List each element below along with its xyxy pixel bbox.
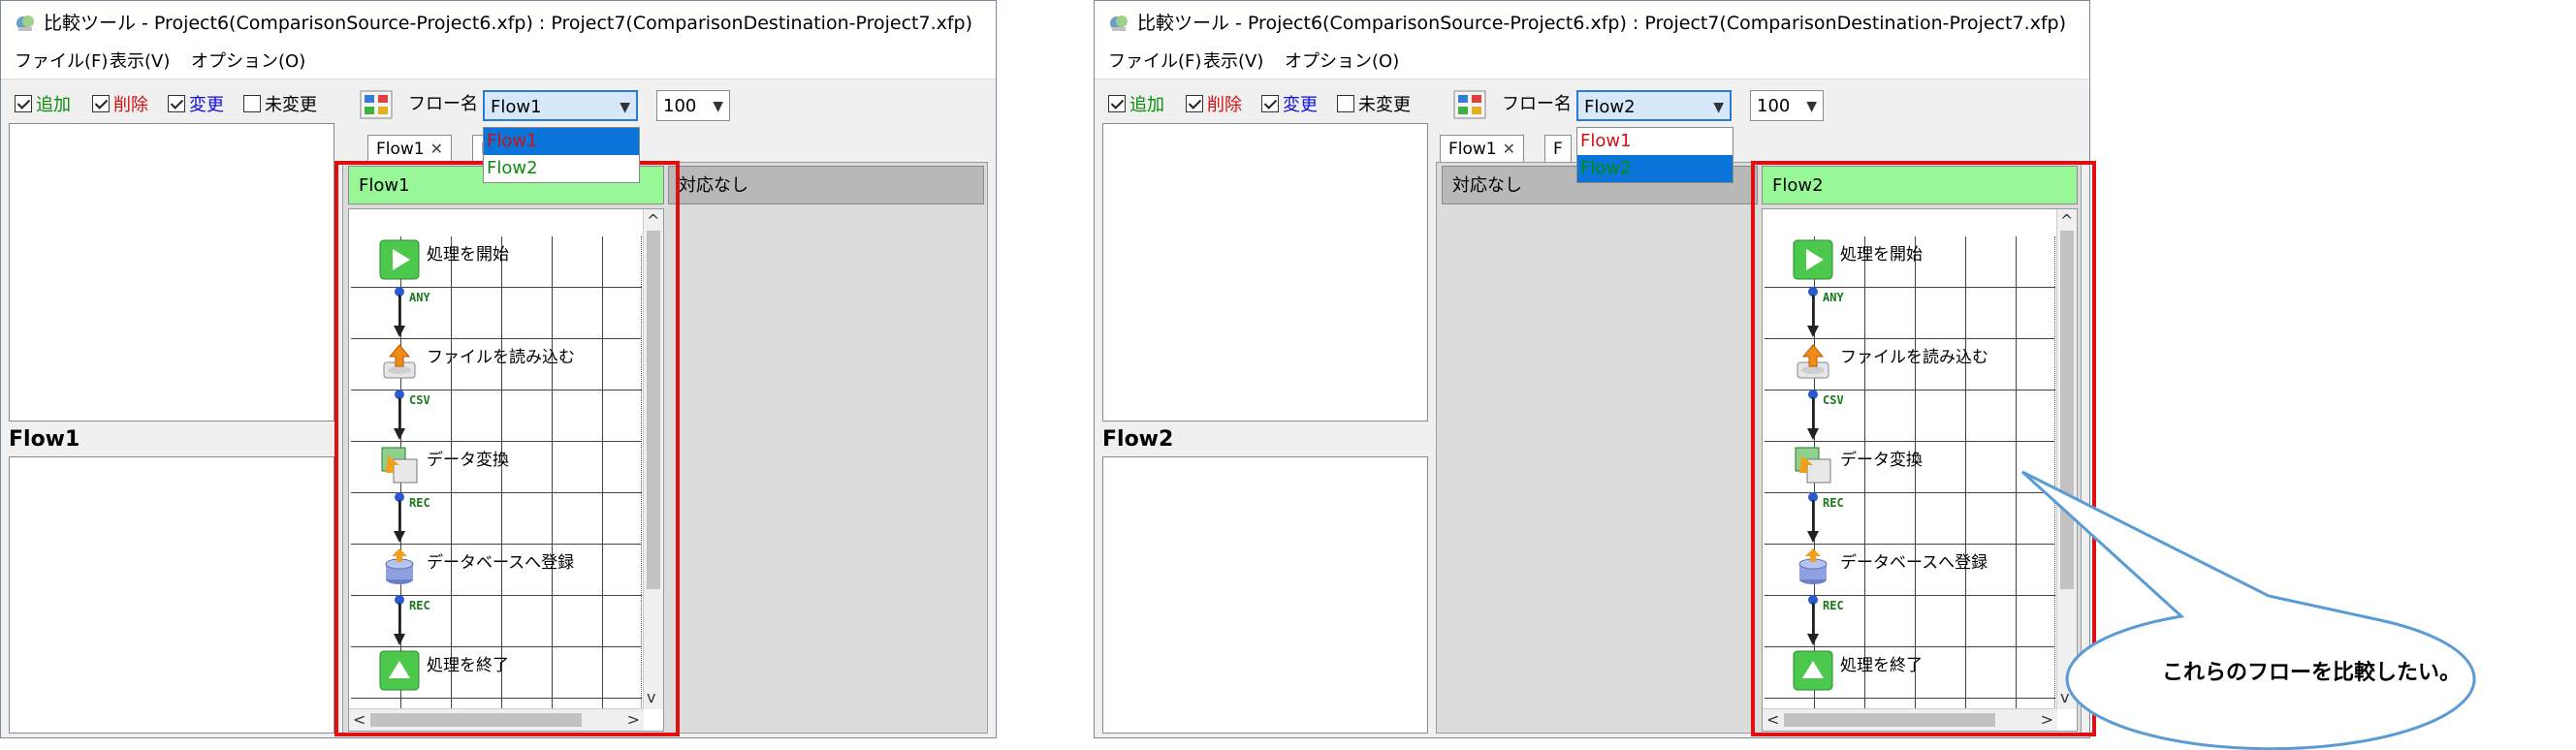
callout-text: これらのフローを比較したい。 (2162, 661, 2462, 685)
dropdown-option-flow1[interactable]: Flow1 (1577, 128, 1733, 155)
dropdown-option-flow2[interactable]: Flow2 (484, 155, 639, 182)
dropdown-option-flow1[interactable]: Flow1 (484, 128, 639, 155)
flow-dropdown-list: Flow1 Flow2 (483, 127, 640, 183)
speech-bubble (2020, 470, 2476, 750)
dropdown-option-flow2[interactable]: Flow2 (1577, 155, 1733, 182)
flow-dropdown-list: Flow1 Flow2 (1576, 127, 1733, 183)
speech-bubble-shape (2020, 470, 2476, 750)
